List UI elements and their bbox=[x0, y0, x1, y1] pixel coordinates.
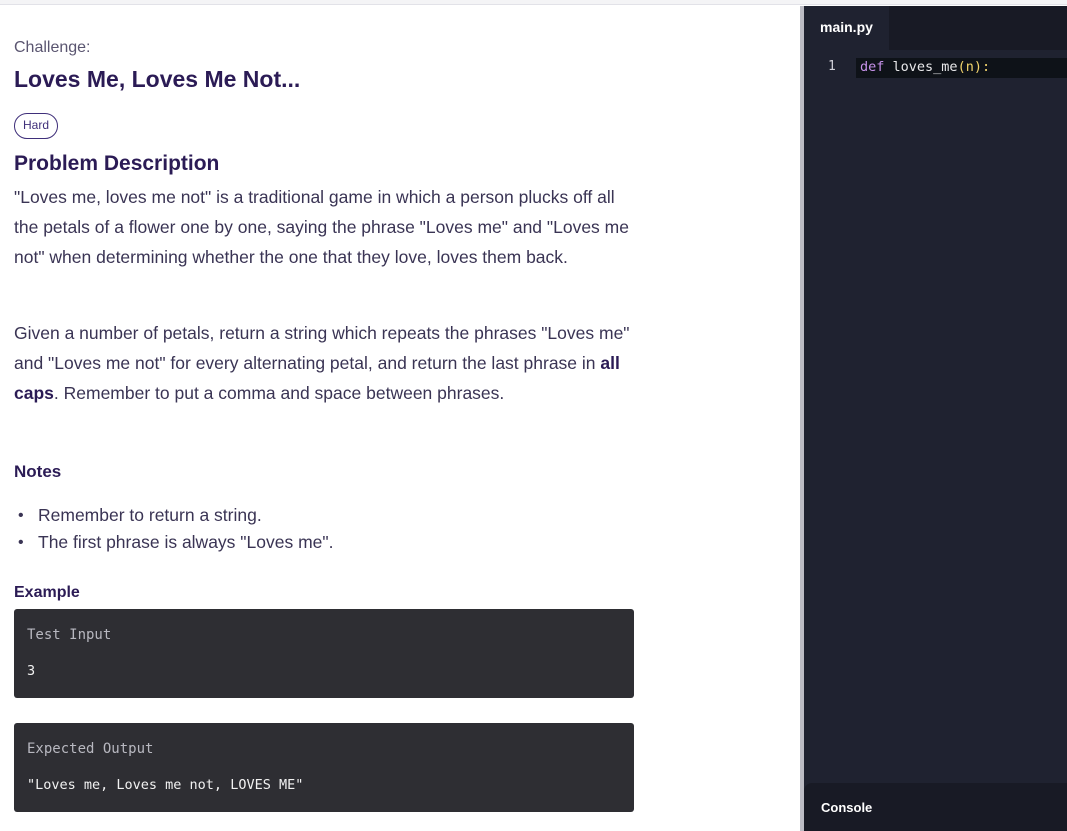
line-number: 1 bbox=[828, 59, 836, 74]
description-paragraph-2: Given a number of petals, return a strin… bbox=[14, 318, 639, 408]
note-text: Remember to return a string. bbox=[38, 505, 262, 525]
example-heading: Example bbox=[14, 584, 80, 601]
challenge-title: Loves Me, Loves Me Not... bbox=[14, 66, 301, 92]
paragraph-2-text-end: . Remember to put a comma and space betw… bbox=[53, 383, 505, 403]
notes-list: • Remember to return a string. • The first… bbox=[18, 502, 333, 556]
code-params: (n): bbox=[957, 59, 991, 75]
expected-output-label: Expected Output bbox=[27, 741, 154, 757]
challenge-label: Challenge: bbox=[14, 39, 91, 56]
code-line-1[interactable]: 1 def loves_me(n): bbox=[804, 58, 1067, 78]
paragraph-2-text-start: Given a number of petals, return a strin… bbox=[14, 323, 630, 373]
difficulty-badge: Hard bbox=[14, 113, 59, 139]
notes-heading: Notes bbox=[14, 462, 62, 481]
note-item: • Remember to return a string. bbox=[18, 502, 333, 529]
code-function-name: loves_me bbox=[892, 59, 958, 75]
editor-tab-strip: main.py bbox=[804, 6, 1067, 50]
bullet-icon: • bbox=[18, 507, 24, 524]
problem-description-heading: Problem Description bbox=[14, 152, 220, 175]
expected-output-box: Expected Output "Loves me, Loves me not,… bbox=[14, 723, 634, 812]
console-label: Console bbox=[821, 800, 873, 815]
expected-output-value: "Loves me, Loves me not, LOVES ME" bbox=[27, 777, 304, 793]
top-border bbox=[0, 0, 1067, 5]
problem-panel: Challenge: Loves Me, Loves Me Not... Har… bbox=[0, 6, 800, 831]
note-text: The first phrase is always "Loves me". bbox=[38, 532, 334, 552]
tab-main-py[interactable]: main.py bbox=[804, 6, 889, 50]
note-item: • The first phrase is always "Loves me". bbox=[18, 529, 333, 556]
test-input-label: Test Input bbox=[27, 627, 112, 643]
code-editor: main.py 1 def loves_me(n): Console bbox=[804, 6, 1067, 831]
code-text[interactable]: def loves_me(n): bbox=[860, 59, 990, 75]
test-input-box: Test Input 3 bbox=[14, 609, 634, 698]
description-paragraph-1: "Loves me, loves me not" is a traditiona… bbox=[14, 187, 629, 267]
test-input-value: 3 bbox=[27, 663, 36, 679]
bullet-icon: • bbox=[18, 534, 24, 551]
console-panel[interactable]: Console bbox=[804, 783, 1067, 831]
code-keyword: def bbox=[860, 59, 885, 75]
